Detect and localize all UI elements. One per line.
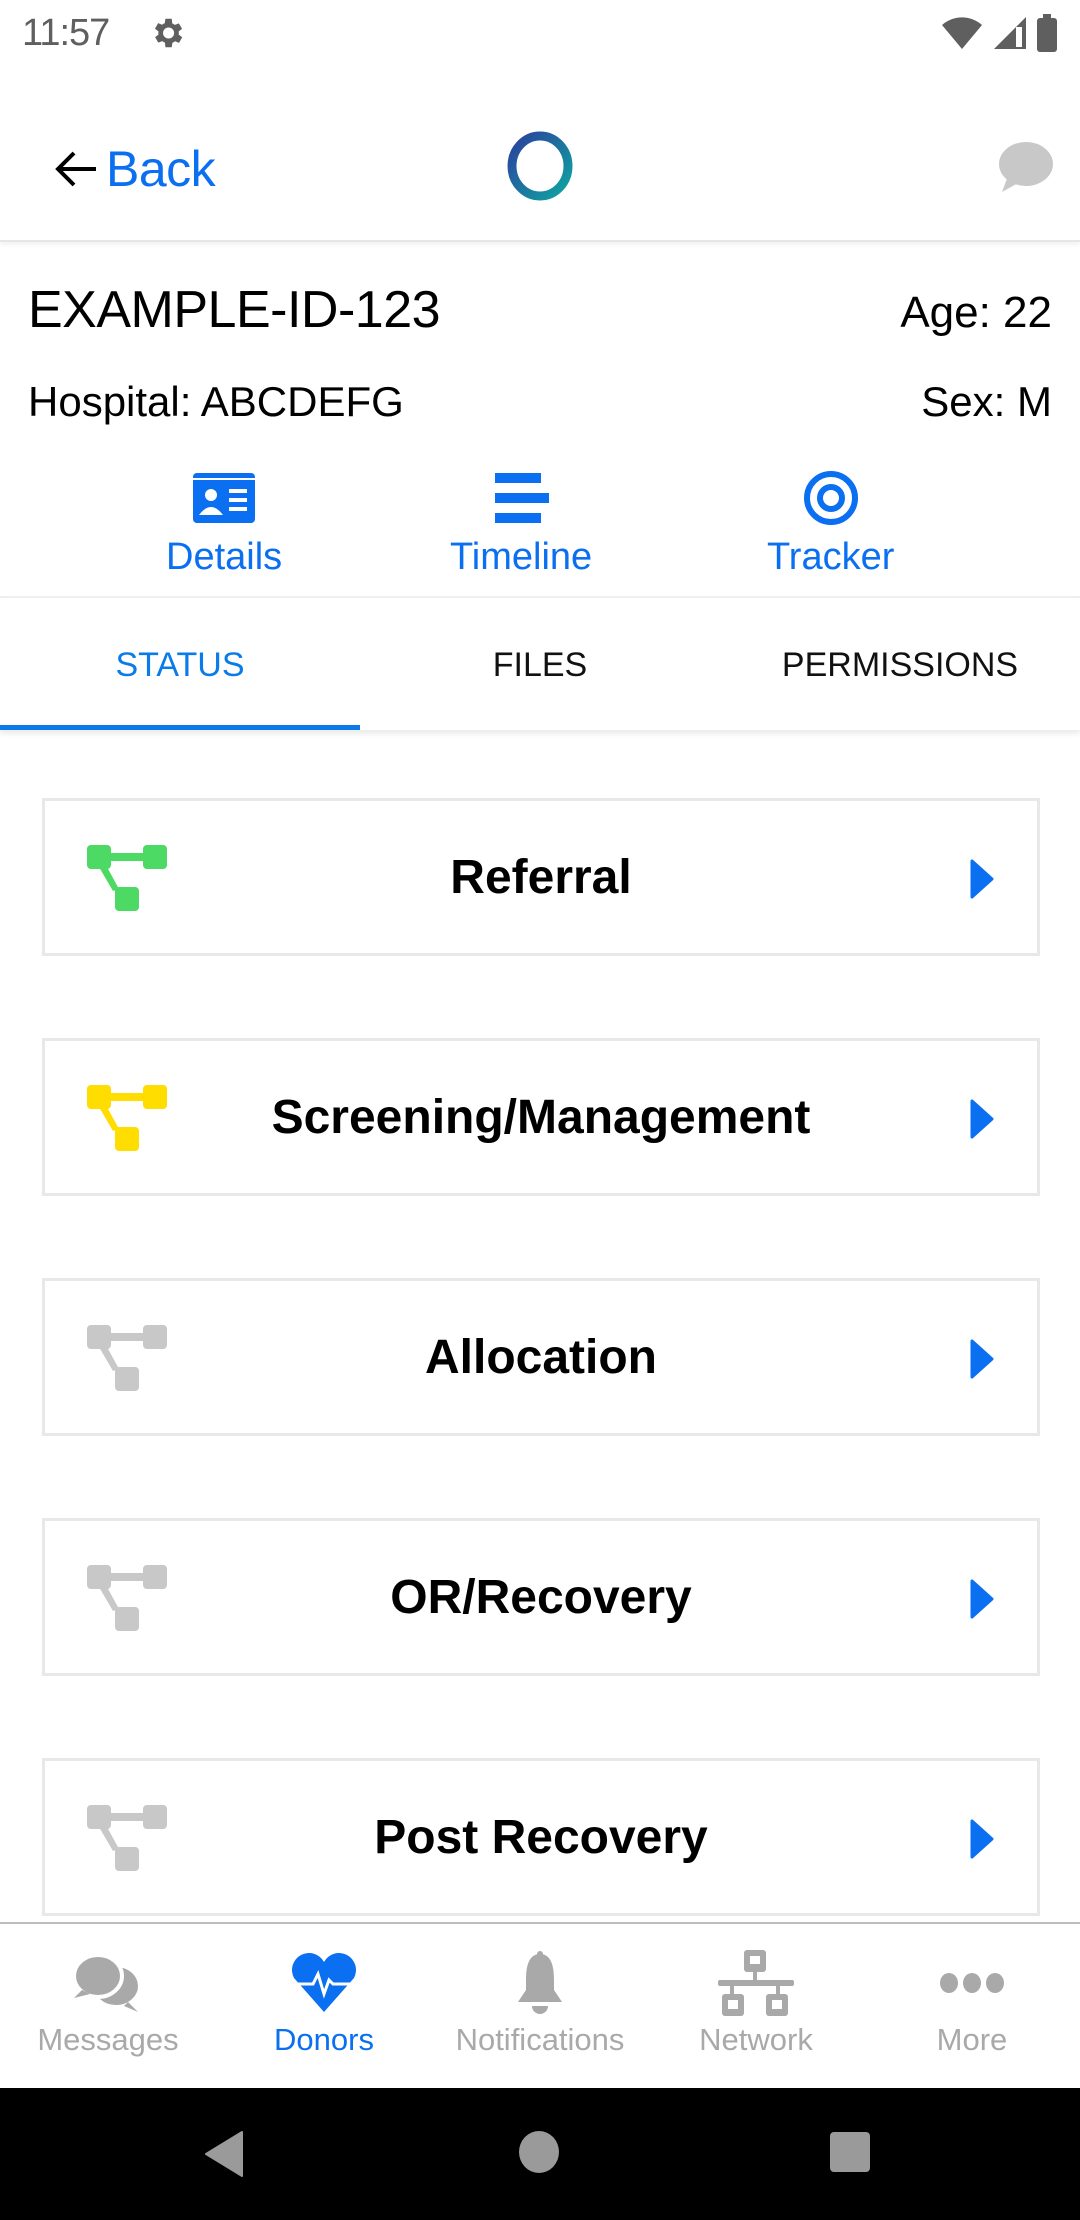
stage-card-screening-management[interactable]: Screening/Management — [42, 1038, 1040, 1196]
timeline-bars-icon — [495, 473, 550, 523]
back-label: Back — [106, 141, 216, 197]
system-back-icon[interactable] — [204, 2130, 244, 2178]
heart-pulse-icon — [292, 1953, 356, 2012]
stage-title: Screening/Management — [271, 1090, 811, 1144]
details-button[interactable]: Details — [166, 468, 282, 579]
chevron-right-icon — [970, 1819, 994, 1859]
status-time: 11:57 — [22, 12, 110, 54]
donor-age: Age: 22 — [900, 288, 1052, 337]
tracker-button[interactable]: Tracker — [767, 468, 894, 579]
tab-bar: STATUS FILES PERMISSIONS — [0, 596, 1080, 730]
back-button[interactable]: Back — [52, 140, 216, 198]
nav-messages[interactable]: Messages — [0, 1924, 216, 2088]
stage-title: Referral — [450, 850, 632, 904]
system-recents-icon[interactable] — [828, 2130, 872, 2174]
nav-donors-label: Donors — [274, 2022, 374, 2057]
chevron-right-icon — [970, 1579, 994, 1619]
stage-title: Allocation — [424, 1330, 657, 1384]
bottom-nav: Messages Donors Notifications Network Mo… — [0, 1922, 1080, 2088]
tab-files[interactable]: FILES — [360, 598, 720, 732]
stage-title: Post Recovery — [374, 1810, 708, 1864]
cell-signal-icon — [994, 17, 1026, 49]
timeline-button[interactable]: Timeline — [450, 468, 592, 579]
active-tab-indicator — [0, 725, 360, 730]
app-logo — [507, 131, 573, 201]
donor-sex: Sex: M — [921, 378, 1052, 425]
app-bar: Back — [0, 66, 1080, 242]
nav-more-label: More — [936, 2022, 1008, 2057]
bell-icon — [518, 1951, 562, 2014]
chevron-right-icon — [970, 1099, 994, 1139]
nav-notifications[interactable]: Notifications — [432, 1924, 648, 2088]
tracker-label: Tracker — [767, 536, 895, 578]
chat-bubble-icon[interactable] — [994, 140, 1054, 196]
gear-icon — [154, 18, 183, 48]
more-dots-icon — [940, 1973, 1004, 1993]
stage-card-post-recovery[interactable]: Post Recovery — [42, 1758, 1040, 1916]
system-nav-bar — [0, 2088, 1080, 2220]
target-icon — [803, 471, 858, 525]
nav-notifications-label: Notifications — [455, 2022, 625, 2057]
nav-network[interactable]: Network — [648, 1924, 864, 2088]
tab-permissions[interactable]: PERMISSIONS — [720, 598, 1080, 732]
arrow-left-icon — [55, 151, 96, 187]
id-card-icon — [193, 473, 256, 523]
stage-card-referral[interactable]: Referral — [42, 798, 1040, 956]
stage-title: OR/Recovery — [390, 1570, 692, 1624]
stage-card-allocation[interactable]: Allocation — [42, 1278, 1040, 1436]
battery-icon — [1037, 14, 1057, 52]
network-icon — [718, 1950, 794, 2016]
status-bar: 11:57 — [0, 0, 1080, 66]
nav-more[interactable]: More — [864, 1924, 1080, 2088]
chevron-right-icon — [970, 1339, 994, 1379]
nav-network-label: Network — [699, 2022, 813, 2057]
details-label: Details — [166, 536, 283, 578]
status-icons — [940, 14, 1058, 52]
quick-actions: Details Timeline Tracker — [0, 468, 1080, 588]
donor-hospital: Hospital: ABCDEFG — [28, 378, 404, 425]
stage-card-or-recovery[interactable]: OR/Recovery — [42, 1518, 1040, 1676]
nav-messages-label: Messages — [37, 2022, 179, 2057]
tab-status[interactable]: STATUS — [0, 598, 360, 732]
donor-id: EXAMPLE-ID-123 — [28, 281, 441, 339]
chevron-right-icon — [970, 859, 994, 899]
system-home-icon[interactable] — [518, 2130, 560, 2174]
timeline-label: Timeline — [450, 536, 593, 578]
wifi-icon — [942, 17, 982, 49]
messages-icon — [72, 1953, 142, 2012]
nav-donors[interactable]: Donors — [216, 1924, 432, 2088]
